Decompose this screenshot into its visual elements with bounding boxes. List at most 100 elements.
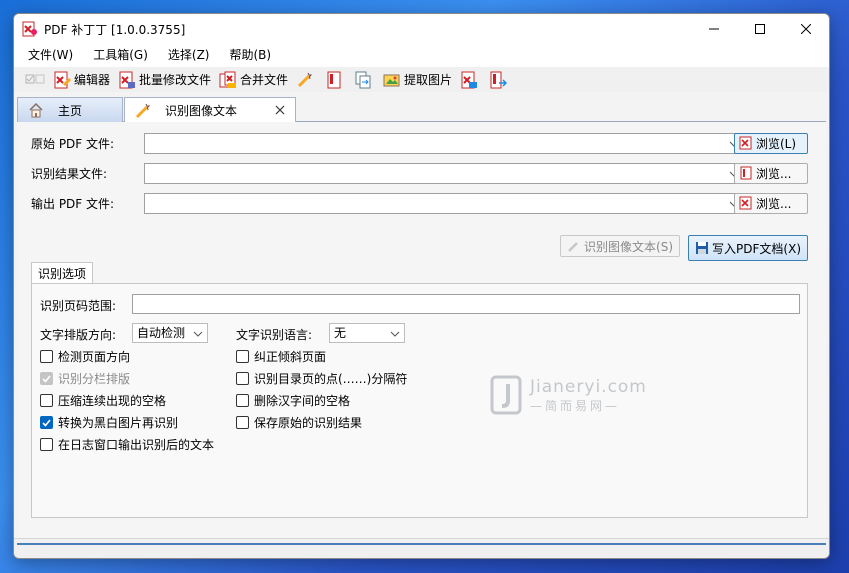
close-button[interactable] <box>783 14 829 44</box>
pdf-icon <box>739 196 752 210</box>
checkbox-label: 识别分栏排版 <box>58 372 131 386</box>
watermark-main: Jianeryi.com <box>530 376 647 397</box>
detect-columns-checkbox[interactable]: 识别分栏排版 <box>40 370 130 387</box>
ocr-wand-icon <box>135 103 151 119</box>
menu-help[interactable]: 帮助(B) <box>220 44 282 66</box>
chevron-down-icon <box>390 331 400 337</box>
browse-output-label: 浏览... <box>756 196 792 211</box>
app-window: PDF 补丁丁 [1.0.0.3755] 文件(W) 工具箱(G) 选择(Z) … <box>13 13 830 559</box>
checkbox-box <box>40 350 53 363</box>
tab-ocr-label: 识别图像文本 <box>165 104 238 118</box>
recognize-button[interactable]: 识别图像文本(S) <box>560 235 681 257</box>
checkbox-label: 检测页面方向 <box>58 350 131 364</box>
menu-toolbox[interactable]: 工具箱(G) <box>83 44 158 66</box>
watermark: Jianeryi.com —简而易网— <box>490 375 647 415</box>
bookmark-tool-button[interactable] <box>322 69 349 91</box>
checkbox-label: 转换为黑白图片再识别 <box>58 416 179 430</box>
checkbox-box <box>236 416 249 429</box>
browse-source-label: 浏览(L) <box>756 136 797 151</box>
watermark-logo <box>490 375 522 415</box>
home-icon <box>28 102 44 118</box>
menu-file[interactable]: 文件(W) <box>18 44 83 66</box>
pdf-icon <box>739 136 752 150</box>
batch-modify-label: 批量修改文件 <box>139 73 212 87</box>
batch-modify-button[interactable]: 批量修改文件 <box>115 69 214 91</box>
toc-dots-checkbox[interactable]: 识别目录页的点(……)分隔符 <box>236 370 407 387</box>
extract-images-label: 提取图片 <box>404 73 453 87</box>
ocr-tool-button[interactable] <box>293 69 320 91</box>
ocr-result-combobox[interactable] <box>144 162 744 184</box>
editor-label: 编辑器 <box>74 73 111 87</box>
pdf-merge-icon <box>219 71 237 89</box>
page-copy-button[interactable] <box>351 69 378 91</box>
maximize-button[interactable] <box>737 14 783 44</box>
menu-select[interactable]: 选择(Z) <box>158 44 220 66</box>
page-range-input[interactable] <box>132 294 800 314</box>
deskew-checkbox[interactable]: 纠正倾斜页面 <box>236 348 326 365</box>
extract-images-button[interactable]: 提取图片 <box>380 69 455 91</box>
output-pdf-row: 输出 PDF 文件: 浏览... <box>31 192 808 214</box>
watermark-sub: —简而易网— <box>530 398 621 413</box>
chevron-down-icon <box>193 331 203 337</box>
minimize-icon <box>709 28 719 30</box>
ocr-language-label: 文字识别语言: <box>236 328 313 342</box>
checkbox-label: 纠正倾斜页面 <box>254 350 327 364</box>
merge-label: 合并文件 <box>240 73 289 87</box>
tab-home[interactable]: 主页 <box>17 97 123 122</box>
minimize-button[interactable] <box>691 14 737 44</box>
source-pdf-label: 原始 PDF 文件: <box>31 136 115 151</box>
editor-button[interactable]: 编辑器 <box>50 69 113 91</box>
ocr-language-select[interactable]: 无 <box>329 323 405 343</box>
close-icon <box>801 24 811 34</box>
output-pdf-combobox[interactable] <box>144 192 744 214</box>
ocr-language-value: 无 <box>334 326 347 340</box>
log-output-checkbox[interactable]: 在日志窗口输出识别后的文本 <box>40 436 214 453</box>
pdf-convert-button[interactable] <box>486 69 513 91</box>
checkbox-grid-icon <box>25 74 45 83</box>
source-pdf-combobox[interactable] <box>144 132 744 154</box>
toggle-checkbox-tool[interactable] <box>22 69 48 91</box>
tab-ocr[interactable]: 识别图像文本 <box>124 97 296 123</box>
close-icon <box>275 105 285 115</box>
extract-images-icon <box>383 71 401 89</box>
pdf-patcher-app-icon <box>22 21 38 37</box>
ocr-wand-icon <box>568 242 578 252</box>
save-icon <box>696 242 709 254</box>
menu-bar: 文件(W) 工具箱(G) 选择(Z) 帮助(B) <box>14 44 829 66</box>
tab-recognition-options[interactable]: 识别选项 <box>31 262 93 284</box>
save-raw-result-checkbox[interactable]: 保存原始的识别结果 <box>236 414 362 431</box>
progress-line <box>17 543 826 545</box>
pdf-bookmark-icon <box>740 166 752 180</box>
remove-cjk-spaces-checkbox[interactable]: 删除汉字间的空格 <box>236 392 350 409</box>
tab-strip: 主页 识别图像文本 <box>17 97 826 123</box>
compress-spaces-checkbox[interactable]: 压缩连续出现的空格 <box>40 392 166 409</box>
browse-result-button[interactable]: 浏览... <box>734 162 808 184</box>
layout-direction-value: 自动检测 <box>137 326 186 340</box>
pdf-export-button[interactable] <box>457 69 484 91</box>
convert-bw-checkbox[interactable]: 转换为黑白图片再识别 <box>40 414 178 431</box>
checkbox-label: 识别目录页的点(……)分隔符 <box>254 372 408 386</box>
browse-output-button[interactable]: 浏览... <box>734 192 808 214</box>
checkbox-label: 压缩连续出现的空格 <box>58 394 167 408</box>
write-pdf-button[interactable]: 写入PDF文档(X) <box>688 235 808 261</box>
tab-close-button[interactable] <box>273 103 287 117</box>
write-pdf-label: 写入PDF文档(X) <box>712 241 801 256</box>
detect-orientation-checkbox[interactable]: 检测页面方向 <box>40 348 130 365</box>
output-pdf-label: 输出 PDF 文件: <box>31 196 115 211</box>
browse-source-button[interactable]: 浏览(L) <box>734 132 808 154</box>
check-icon <box>42 375 51 383</box>
tab-home-label: 主页 <box>58 103 83 118</box>
checkbox-label: 删除汉字间的空格 <box>254 394 351 408</box>
maximize-icon <box>755 24 765 34</box>
pdf-export-icon <box>460 71 478 89</box>
merge-button[interactable]: 合并文件 <box>216 69 291 91</box>
layout-direction-label: 文字排版方向: <box>40 328 117 342</box>
pdf-batch-icon <box>118 71 136 89</box>
status-bar <box>14 538 829 558</box>
checkbox-box <box>236 394 249 407</box>
layout-direction-select[interactable]: 自动检测 <box>132 323 208 343</box>
page-copy-icon <box>354 71 372 89</box>
checkbox-box <box>40 394 53 407</box>
check-icon <box>42 419 51 427</box>
window-title: PDF 补丁丁 [1.0.0.3755] <box>44 22 186 37</box>
